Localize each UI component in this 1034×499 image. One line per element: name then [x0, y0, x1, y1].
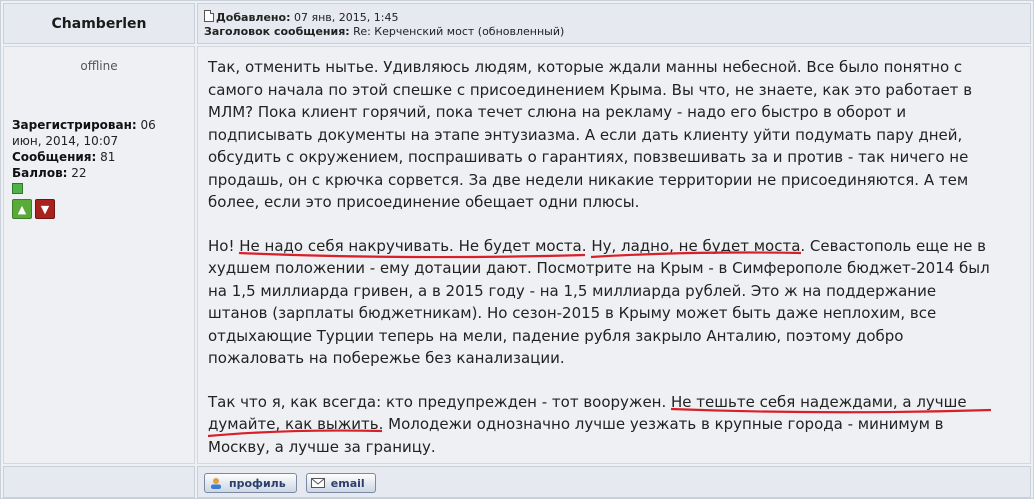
author-header: Chamberlen	[3, 3, 195, 44]
forum-post: Chamberlen Добавлено: 07 янв, 2015, 1:45…	[0, 0, 1034, 499]
registered-label: Зарегистрирован:	[12, 118, 137, 132]
post-body: Так, отменить нытье. Удивляюсь людям, ко…	[197, 46, 1031, 464]
subject-label: Заголовок сообщения:	[204, 25, 350, 38]
points-label: Баллов:	[12, 166, 68, 180]
added-value: 07 янв, 2015, 1:45	[290, 11, 399, 24]
reputation-bar-icon	[12, 183, 23, 194]
envelope-icon	[310, 478, 325, 488]
subject-value: Re: Керченский мост (обновленный)	[349, 25, 565, 38]
red-underline-3	[670, 407, 992, 413]
profile-button-label: профиль	[229, 476, 286, 490]
email-button[interactable]: email	[305, 473, 376, 493]
posts-label: Сообщения:	[12, 150, 97, 164]
author-footer	[3, 466, 195, 498]
underlined-phrase-4: думайте, как выжить.	[207, 415, 383, 438]
online-status: offline	[80, 59, 118, 73]
post-subject-line: Заголовок сообщения: Re: Керченский мост…	[204, 25, 1024, 39]
red-underline-2	[591, 250, 802, 258]
profile-button[interactable]: профиль	[204, 473, 297, 493]
email-button-label: email	[330, 476, 365, 490]
post-document-icon[interactable]	[204, 10, 214, 22]
red-underline-1	[239, 251, 586, 258]
points-value: 22	[67, 166, 87, 180]
post-paragraph-2: Но! Не надо себя накручивать. Не будет м…	[208, 235, 998, 370]
person-icon	[211, 478, 221, 489]
post-paragraph-1: Так, отменить нытье. Удивляюсь людям, ко…	[208, 58, 973, 211]
post-header: Добавлено: 07 янв, 2015, 1:45 Заголовок …	[197, 3, 1031, 44]
added-label: Добавлено:	[216, 11, 291, 24]
thumbs-up-icon[interactable]: ▲	[12, 199, 32, 219]
p2-text-a: Но!	[208, 236, 240, 255]
rating-buttons: ▲ ▼	[12, 199, 186, 219]
underlined-phrase-1: Не надо себя накручивать. Не будет моста	[239, 237, 586, 258]
p3-text-a: Так что я, как всегда: кто предупрежден …	[208, 392, 672, 411]
author-info: Зарегистрирован: 06 июн, 2014, 10:07 Соо…	[12, 117, 186, 181]
author-name[interactable]: Chamberlen	[52, 16, 147, 32]
post-paragraph-3: Так что я, как всегда: кто предупрежден …	[207, 391, 998, 459]
underlined-phrase-3: Не тешьте себя надеждами, а лучше	[670, 393, 992, 413]
post-date-line: Добавлено: 07 янв, 2015, 1:45	[204, 10, 1024, 25]
author-profile-panel: offline Зарегистрирован: 06 июн, 2014, 1…	[3, 46, 195, 464]
posts-value: 81	[96, 150, 116, 164]
thumbs-down-icon[interactable]: ▼	[35, 199, 55, 219]
red-underline-4	[207, 429, 383, 438]
underlined-phrase-2: Ну, ладно, не будет моста	[591, 237, 802, 258]
post-footer: профиль email	[197, 466, 1031, 498]
